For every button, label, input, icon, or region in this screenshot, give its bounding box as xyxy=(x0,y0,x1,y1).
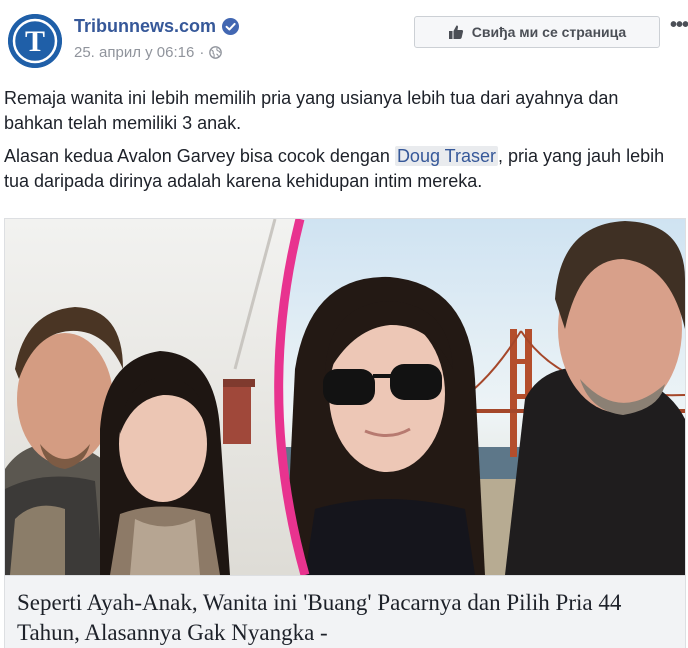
link-preview-card[interactable]: Seperti Ayah-Anak, Wanita ini 'Buang' Pa… xyxy=(4,218,686,648)
post-paragraph-1: Remaja wanita ini lebih memilih pria yan… xyxy=(4,88,619,133)
post-message: Remaja wanita ini lebih memilih pria yan… xyxy=(4,86,682,202)
collage-photo xyxy=(5,219,685,575)
meta-separator: · xyxy=(199,44,205,61)
thumbs-up-icon xyxy=(448,25,463,39)
page-name[interactable]: Tribunnews.com xyxy=(74,16,216,37)
like-page-label: Свиђа ми се страница xyxy=(471,24,627,40)
like-page-button[interactable]: Свиђа ми се страница xyxy=(414,16,660,48)
post-header: T Tribunnews.com 25. април у 06:16 · Сви… xyxy=(0,0,688,80)
paragraph-2-start: Alasan kedua Avalon Garvey bisa cocok de… xyxy=(4,146,395,166)
link-preview-title[interactable]: Seperti Ayah-Anak, Wanita ini 'Buang' Pa… xyxy=(17,588,673,648)
mention-doug-traser[interactable]: Doug Traser xyxy=(394,146,498,166)
post-paragraph-2: Alasan kedua Avalon Garvey bisa cocok de… xyxy=(4,144,682,194)
more-options-button[interactable]: ••• xyxy=(670,14,688,37)
page-name-link[interactable]: Tribunnews.com xyxy=(74,16,240,37)
svg-text:T: T xyxy=(25,25,45,58)
post-meta: 25. април у 06:16 · xyxy=(74,44,223,61)
post-timestamp[interactable]: 25. април у 06:16 xyxy=(74,44,194,61)
globe-icon[interactable] xyxy=(209,46,223,59)
page-avatar[interactable]: T xyxy=(8,14,62,68)
link-preview-caption[interactable]: Seperti Ayah-Anak, Wanita ini 'Buang' Pa… xyxy=(5,575,685,648)
verified-badge-icon xyxy=(222,18,240,35)
tribun-logo-icon: T xyxy=(8,14,62,68)
link-preview-image[interactable] xyxy=(5,219,685,575)
